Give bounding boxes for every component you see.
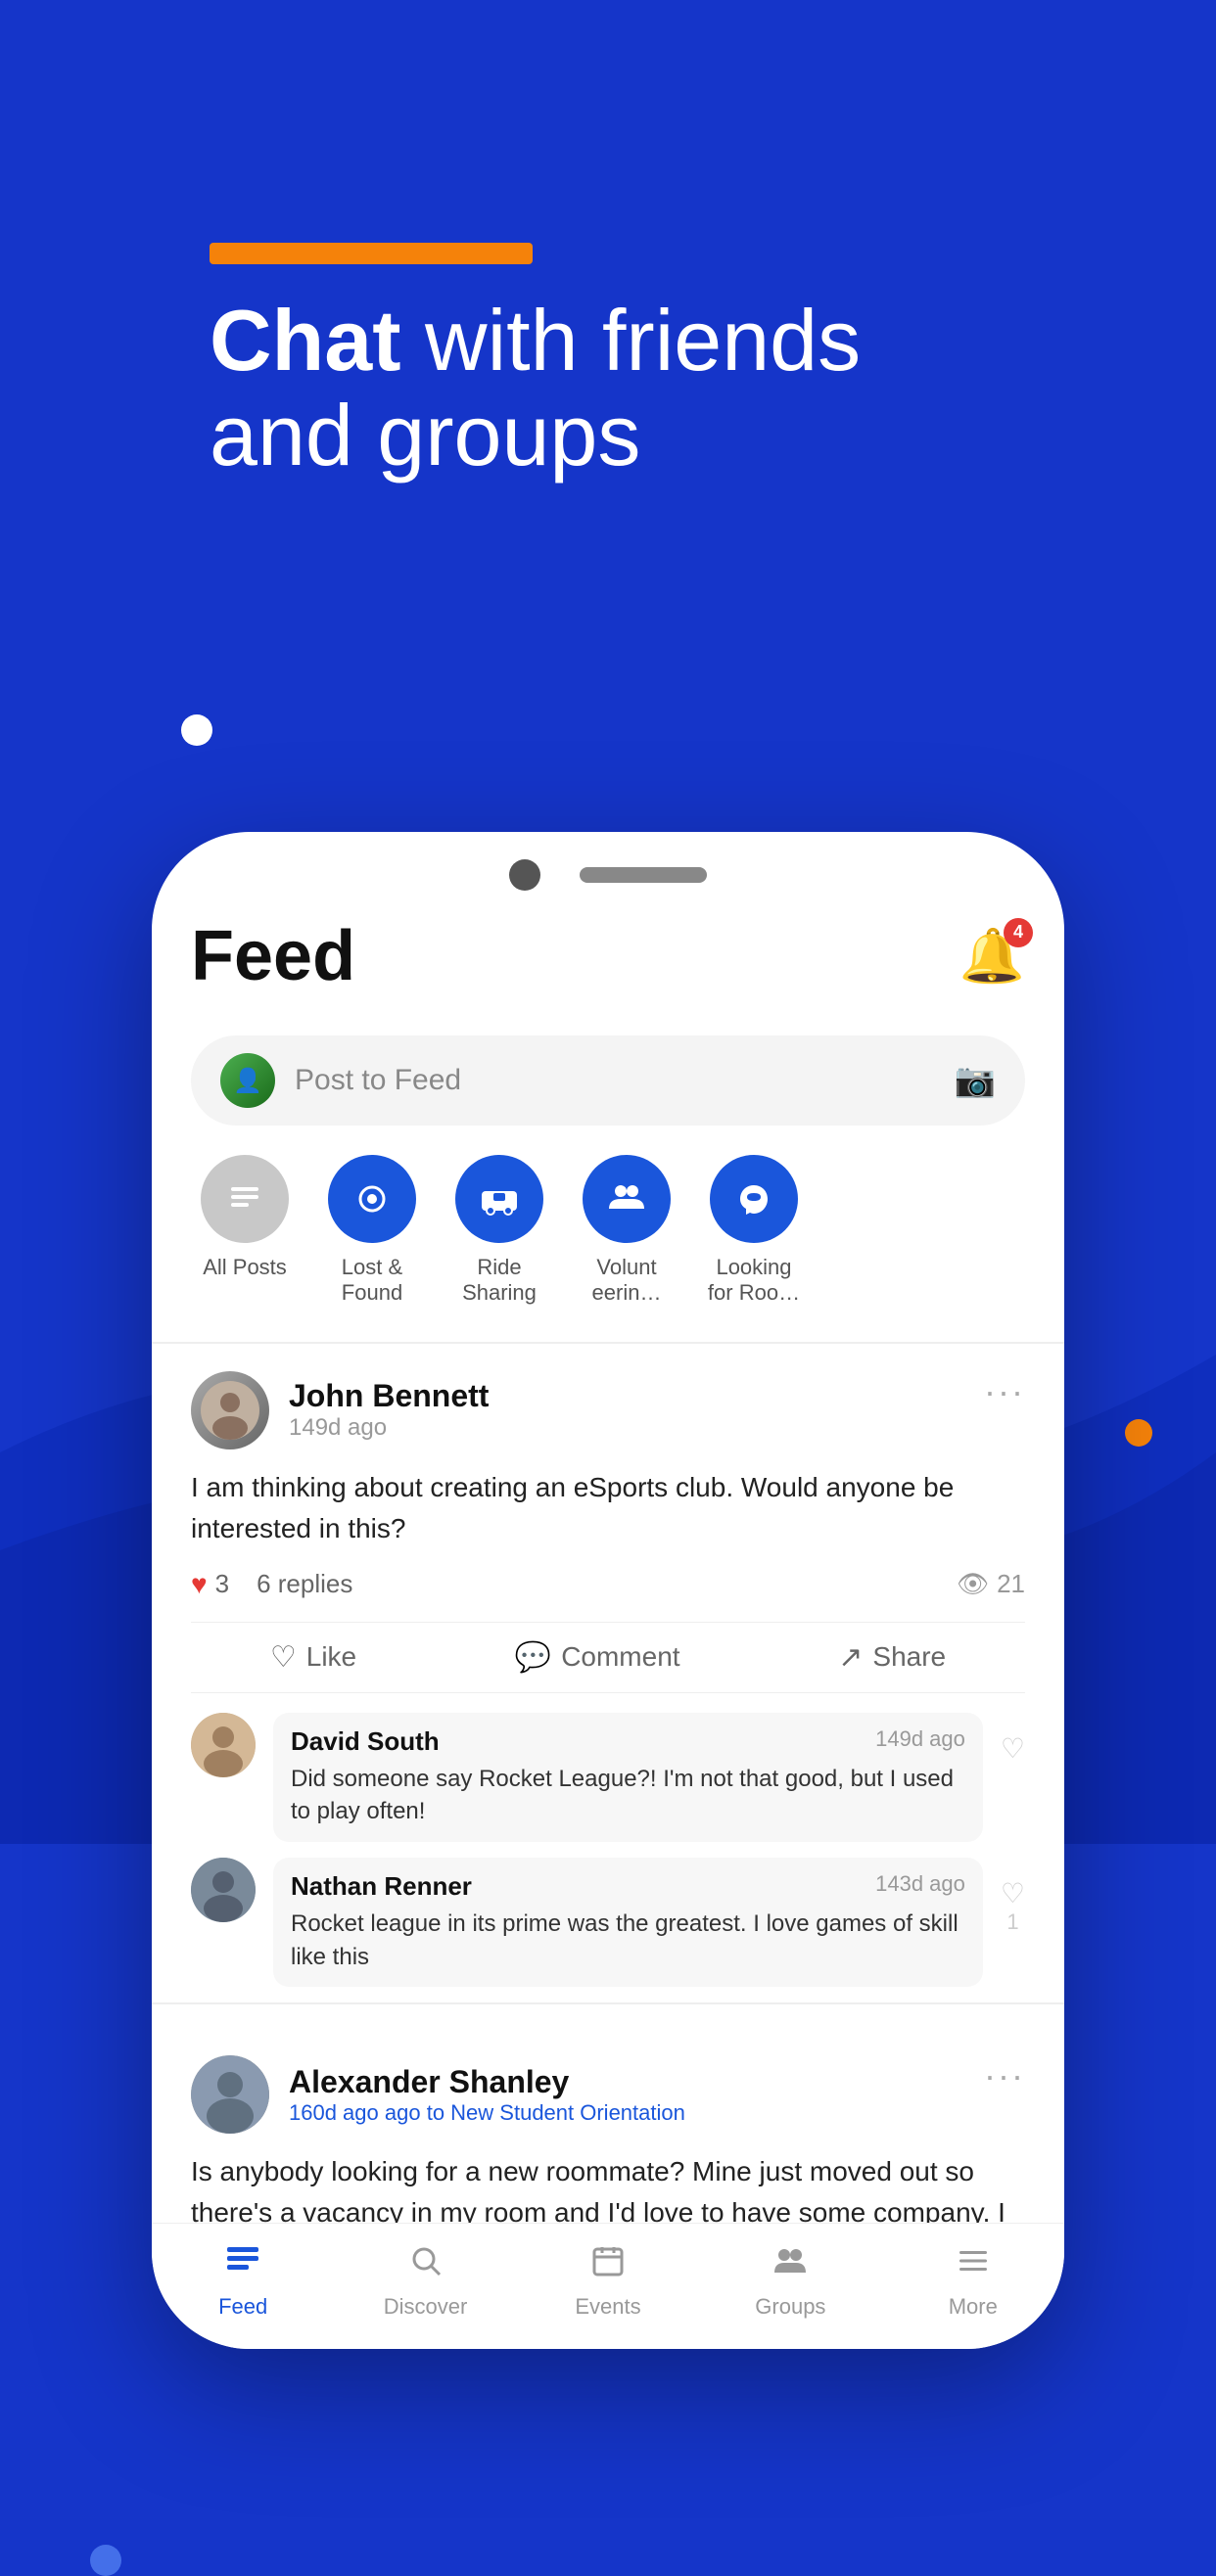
phone-speaker	[580, 867, 707, 883]
post-card-1: John Bennett 149d ago ··· I am thinking …	[191, 1371, 1025, 1987]
feed-title: Feed	[191, 916, 355, 996]
john-bennett-avatar	[191, 1371, 269, 1449]
volunteering-label: Volunteerin…	[592, 1255, 662, 1307]
comment-1-time: 149d ago	[875, 1726, 965, 1757]
john-bennett-info: John Bennett 149d ago	[289, 1378, 489, 1442]
comment-2-text: Rocket league in its prime was the great…	[291, 1908, 965, 1973]
camera-icon[interactable]: 📷	[955, 1061, 996, 1100]
hero-text: Chat with friends and groups	[210, 294, 861, 483]
decorative-dot-2	[1125, 1419, 1152, 1447]
groups-nav-label: Groups	[755, 2294, 825, 2320]
comment-1-name: David South	[291, 1726, 440, 1757]
ride-sharing-icon	[455, 1155, 543, 1243]
alexander-shanley-info: Alexander Shanley 160d ago ago to New St…	[289, 2064, 685, 2126]
notification-button[interactable]: 🔔 4	[959, 926, 1025, 988]
post-1-user: John Bennett 149d ago	[191, 1371, 489, 1449]
comment-1-body: David South 149d ago Did someone say Roc…	[273, 1713, 983, 1842]
nav-discover[interactable]: Discover	[377, 2243, 475, 2320]
feed-nav-label: Feed	[218, 2294, 267, 2320]
post-placeholder-text: Post to Feed	[295, 1064, 935, 1097]
section-divider-2	[152, 2002, 1064, 2004]
share-icon: ↗	[838, 1640, 863, 1675]
share-button[interactable]: ↗ Share	[838, 1640, 946, 1675]
bottom-navigation: Feed Discover Events	[152, 2223, 1064, 2349]
section-divider-1	[152, 1342, 1064, 1344]
comment-2-meta: Nathan Renner 143d ago	[291, 1871, 965, 1902]
ride-sharing-label: RideSharing	[462, 1255, 537, 1307]
events-nav-label: Events	[575, 2294, 640, 2320]
comment-2-body: Nathan Renner 143d ago Rocket league in …	[273, 1858, 983, 1987]
lost-found-icon	[328, 1155, 416, 1243]
comment-2-like-count: 1	[1006, 1909, 1018, 1935]
groups-nav-icon	[772, 2243, 808, 2288]
comment-2-like-button[interactable]: ♡	[1001, 1867, 1025, 1909]
comment-1-text: Did someone say Rocket League?! I'm not …	[291, 1763, 965, 1828]
comment-2-time: 143d ago	[875, 1871, 965, 1902]
nav-feed[interactable]: Feed	[194, 2243, 292, 2320]
post-1-more-button[interactable]: ···	[984, 1371, 1025, 1412]
nav-more[interactable]: More	[924, 2243, 1022, 2320]
all-posts-icon	[201, 1155, 289, 1243]
post-2-time: 160d ago ago to New Student Orientation	[289, 2100, 685, 2126]
events-nav-icon	[590, 2243, 626, 2288]
post-2-user: Alexander Shanley 160d ago ago to New St…	[191, 2055, 685, 2134]
roommate-label: Lookingfor Roo…	[708, 1255, 800, 1307]
discover-nav-icon	[408, 2243, 444, 2288]
comment-icon: 💬	[515, 1640, 551, 1675]
accent-bar	[210, 243, 533, 264]
more-nav-label: More	[949, 2294, 998, 2320]
post-1-header: John Bennett 149d ago ···	[191, 1371, 1025, 1449]
comment-1: David South 149d ago Did someone say Roc…	[191, 1713, 1025, 1842]
discover-nav-label: Discover	[384, 2294, 468, 2320]
phone-top-bar	[152, 832, 1064, 906]
nav-groups[interactable]: Groups	[741, 2243, 839, 2320]
phone-camera	[509, 859, 540, 891]
app-content: Feed 🔔 4 👤 Post to Feed 📷	[152, 906, 1064, 2294]
post-2-author-name: Alexander Shanley	[289, 2064, 685, 2100]
post-1-text: I am thinking about creating an eSports …	[191, 1467, 1025, 1549]
all-posts-label: All Posts	[203, 1255, 287, 1280]
comment-2-name: Nathan Renner	[291, 1871, 472, 1902]
nathan-renner-avatar	[191, 1858, 256, 1922]
feed-header: Feed 🔔 4	[191, 906, 1025, 1006]
feed-nav-icon	[225, 2243, 260, 2288]
post-to-feed-bar[interactable]: 👤 Post to Feed 📷	[191, 1035, 1025, 1126]
comment-1-meta: David South 149d ago	[291, 1726, 965, 1757]
david-south-avatar	[191, 1713, 256, 1777]
like-button[interactable]: ♡ Like	[270, 1640, 356, 1675]
post-1-replies: 6 replies	[257, 1569, 352, 1599]
post-1-likes: ♥ 3	[191, 1569, 229, 1600]
notification-badge: 4	[1004, 918, 1033, 947]
lost-found-label: Lost &Found	[342, 1255, 402, 1307]
category-volunteering[interactable]: Volunteerin…	[573, 1155, 680, 1307]
comment-2: Nathan Renner 143d ago Rocket league in …	[191, 1858, 1025, 1987]
user-avatar-post: 👤	[220, 1053, 275, 1108]
volunteering-icon	[583, 1155, 671, 1243]
like-icon: ♡	[270, 1640, 297, 1675]
category-list: All Posts Lost &Found	[191, 1155, 1025, 1307]
post-1-views: 👁 21	[957, 1569, 1025, 1599]
phone-mockup: Feed 🔔 4 👤 Post to Feed 📷	[152, 832, 1064, 2349]
decorative-dot-3	[90, 2545, 121, 2576]
comment-1-like-button[interactable]: ♡	[1001, 1723, 1025, 1765]
post-2-header: Alexander Shanley 160d ago ago to New St…	[191, 2032, 1025, 2134]
decorative-dot-1	[181, 714, 212, 746]
more-nav-icon	[956, 2243, 991, 2288]
views-icon: 👁	[957, 1569, 989, 1599]
alexander-shanley-avatar	[191, 2055, 269, 2134]
category-roommate[interactable]: Lookingfor Roo…	[700, 1155, 808, 1307]
heart-icon: ♥	[191, 1569, 208, 1600]
post-1-actions: ♡ Like 💬 Comment ↗ Share	[191, 1622, 1025, 1693]
comment-button[interactable]: 💬 Comment	[515, 1640, 680, 1675]
post-1-time: 149d ago	[289, 1414, 489, 1442]
post-2-more-button[interactable]: ···	[984, 2055, 1025, 2096]
post-1-author-name: John Bennett	[289, 1378, 489, 1414]
roommate-icon	[710, 1155, 798, 1243]
category-all-posts[interactable]: All Posts	[191, 1155, 299, 1307]
post-1-stats: ♥ 3 6 replies 👁 21	[191, 1569, 1025, 1600]
nav-events[interactable]: Events	[559, 2243, 657, 2320]
category-ride-sharing[interactable]: RideSharing	[445, 1155, 553, 1307]
category-lost-found[interactable]: Lost &Found	[318, 1155, 426, 1307]
